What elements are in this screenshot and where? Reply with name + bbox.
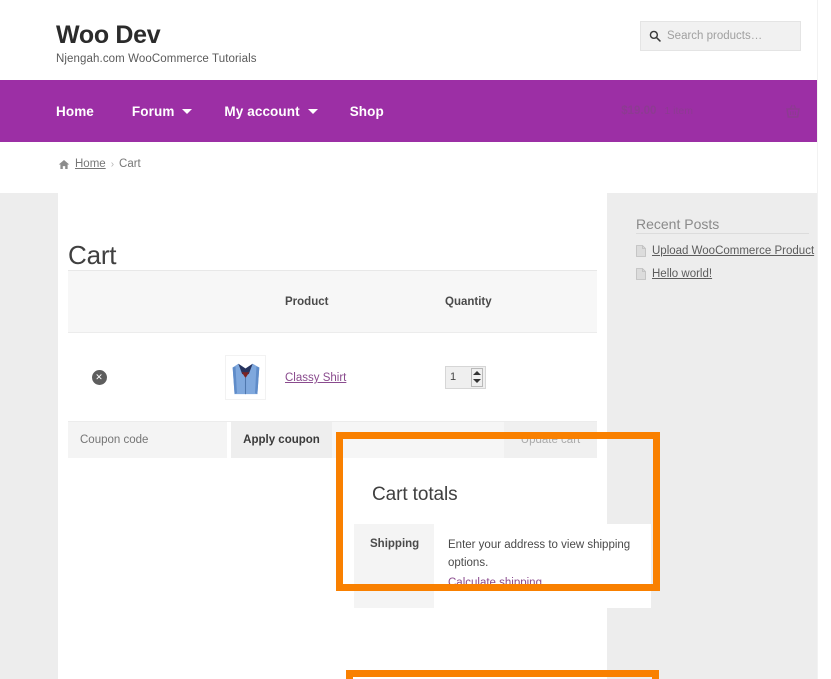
chevron-down-icon xyxy=(182,108,193,114)
totals-row-label-shipping: Shipping xyxy=(354,524,434,609)
product-thumbnail[interactable] xyxy=(225,354,266,400)
home-icon xyxy=(58,159,70,169)
cart-item-count: 1 item xyxy=(664,105,693,117)
cart-cell-quantity: 1 xyxy=(445,365,597,389)
nav-item-forum[interactable]: Forum xyxy=(132,104,209,119)
list-item[interactable]: Upload WooCommerce Product xyxy=(636,245,817,257)
product-search-box[interactable]: Search products… xyxy=(640,21,801,51)
nav-item-label: Forum xyxy=(131,103,175,119)
site-tagline: Njengah.com WooCommerce Tutorials xyxy=(56,53,257,66)
cart-header-quantity: Quantity xyxy=(445,295,492,308)
scrollbar-gutter[interactable] xyxy=(817,0,831,679)
page-title: Cart xyxy=(68,240,117,271)
basket-icon[interactable] xyxy=(785,103,801,119)
main-content: Cart Product Quantity ✕ Classy Shirt 1 C… xyxy=(58,193,660,679)
cart-table: Product Quantity ✕ Classy Shirt 1 xyxy=(68,270,597,422)
document-icon xyxy=(636,245,646,257)
primary-navigation: Home Forum My account Shop $19.00 1 item xyxy=(0,80,817,142)
sidebar-widget-title: Recent Posts xyxy=(636,216,720,232)
page-body: Cart Product Quantity ✕ Classy Shirt 1 C… xyxy=(0,193,817,679)
cart-table-header-row: Product Quantity xyxy=(68,270,597,333)
breadcrumb-bar: Home › Cart xyxy=(0,142,817,193)
site-title: Woo Dev xyxy=(56,21,161,49)
spinner-down-icon[interactable] xyxy=(473,379,481,384)
shipping-notice-text: Enter your address to view shipping opti… xyxy=(448,539,631,569)
site-header: Woo Dev Njengah.com WooCommerce Tutorial… xyxy=(0,0,817,80)
page-root: Woo Dev Njengah.com WooCommerce Tutorial… xyxy=(0,0,831,679)
product-name-link[interactable]: Classy Shirt xyxy=(285,372,346,384)
table-row: ✕ Classy Shirt 1 xyxy=(68,333,597,422)
nav-item-label: Home xyxy=(56,103,94,119)
calculate-shipping-link[interactable]: Calculate shipping xyxy=(448,575,542,593)
search-input-placeholder[interactable]: Search products… xyxy=(667,30,762,42)
nav-item-label: My account xyxy=(224,103,300,119)
cart-cell-thumbnail xyxy=(130,354,285,400)
coupon-spacer xyxy=(332,422,504,458)
cart-cell-remove: ✕ xyxy=(68,369,130,385)
nav-item-label: Shop xyxy=(349,103,384,119)
spinner-up-icon[interactable] xyxy=(473,370,481,375)
quantity-spinner[interactable] xyxy=(471,367,483,387)
search-icon xyxy=(649,30,661,42)
recent-posts-list: Upload WooCommerce Product Hello world! xyxy=(636,245,817,291)
document-icon xyxy=(636,268,646,280)
update-cart-button[interactable]: Update cart xyxy=(504,422,597,458)
nav-item-home[interactable]: Home xyxy=(56,104,110,119)
breadcrumb-current: Cart xyxy=(119,158,141,170)
cart-cell-product: Classy Shirt xyxy=(285,368,445,386)
nav-item-shop[interactable]: Shop xyxy=(350,104,400,119)
header-cart-summary[interactable]: $19.00 1 item xyxy=(621,80,801,142)
nav-item-list: Home Forum My account Shop xyxy=(56,80,416,142)
coupon-code-input[interactable] xyxy=(68,422,227,458)
cart-totals-section: Cart totals Shipping Enter your address … xyxy=(354,484,651,609)
highlight-box-cart-totals xyxy=(346,670,659,679)
site-branding[interactable]: Woo Dev Njengah.com WooCommerce Tutorial… xyxy=(56,21,257,66)
breadcrumb-separator: › xyxy=(110,158,115,170)
remove-circle-icon[interactable]: ✕ xyxy=(91,369,107,385)
sidebar-divider xyxy=(636,233,809,234)
chevron-down-icon xyxy=(307,108,318,114)
list-item[interactable]: Hello world! xyxy=(636,268,817,280)
quantity-stepper[interactable]: 1 xyxy=(445,365,486,389)
breadcrumb: Home › Cart xyxy=(58,158,141,170)
cart-total-amount: $19.00 xyxy=(621,105,657,117)
quantity-input-value[interactable]: 1 xyxy=(450,371,456,383)
recent-post-link[interactable]: Upload WooCommerce Product xyxy=(652,245,814,257)
nav-item-my-account[interactable]: My account xyxy=(224,104,333,119)
breadcrumb-link-home[interactable]: Home xyxy=(75,158,106,170)
totals-row-value-shipping: Enter your address to view shipping opti… xyxy=(434,524,651,609)
apply-coupon-button[interactable]: Apply coupon xyxy=(231,422,332,458)
cart-header-product: Product xyxy=(285,295,329,308)
cart-totals-table: Shipping Enter your address to view ship… xyxy=(354,524,651,609)
recent-post-link[interactable]: Hello world! xyxy=(652,268,712,280)
coupon-row: Apply coupon Update cart xyxy=(68,422,597,458)
cart-totals-title: Cart totals xyxy=(372,484,458,505)
